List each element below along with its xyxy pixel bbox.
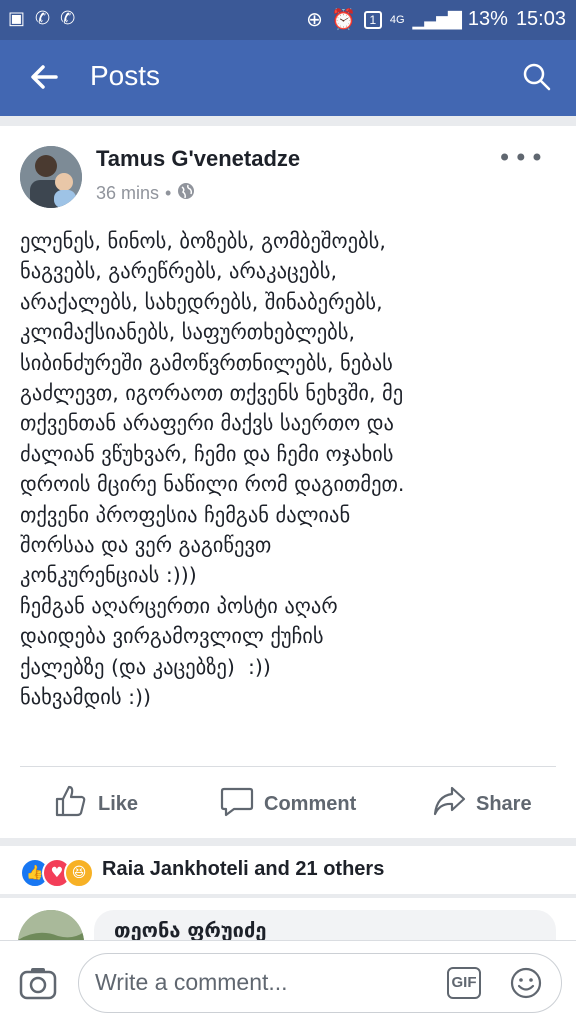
share-arrow-icon	[432, 784, 466, 824]
app-header: Posts	[0, 40, 576, 116]
camera-icon[interactable]	[18, 963, 58, 1003]
reactions-summary[interactable]: Raia Jankhoteli and 21 others	[102, 858, 384, 881]
network-type: 4G	[389, 13, 405, 26]
status-bar: ▣ ✆ ✆ ⊕ ⏰ 1 4G ▁▃▅▇ 13% 15:03	[0, 0, 576, 40]
back-arrow-icon[interactable]	[30, 62, 58, 96]
status-right-icons: ⊕ ⏰ 1 4G ▁▃▅▇ 13% 15:03	[306, 7, 566, 32]
alarm-icon: ⏰	[330, 9, 356, 31]
meta-separator: •	[165, 183, 172, 203]
comment-list: თეონა ფრუიძე	[0, 898, 576, 940]
post-meta: 36 mins •	[96, 182, 195, 205]
status-left-icons: ▣ ✆ ✆	[8, 8, 75, 29]
thumbs-up-icon	[54, 784, 88, 824]
clock: 15:03	[515, 8, 566, 30]
gif-button[interactable]: GIF	[447, 967, 481, 999]
comment-input[interactable]: Write a comment... GIF	[78, 953, 562, 1013]
comment-bubble: თეონა ფრუიძე	[94, 910, 556, 940]
battery-level: 13%	[467, 8, 508, 30]
reactions-bar[interactable]: 👍 ♥ 😆 Raia Jankhoteli and 21 others	[0, 846, 576, 894]
data-saver-icon: ⊕	[306, 9, 323, 31]
more-options-icon[interactable]: •••	[498, 144, 546, 172]
page-title: Posts	[90, 60, 161, 91]
author-avatar[interactable]	[20, 146, 82, 208]
comment-placeholder: Write a comment...	[95, 969, 288, 995]
phone-notification-icon: ✆	[35, 8, 51, 29]
post-time[interactable]: 36 mins	[96, 183, 159, 204]
share-label: Share	[476, 792, 532, 815]
search-icon[interactable]	[522, 62, 552, 92]
gallery-notification-icon: ▣	[8, 8, 26, 29]
like-label: Like	[98, 792, 139, 815]
share-button[interactable]: Share	[432, 784, 532, 824]
emoji-icon[interactable]	[509, 966, 543, 1000]
haha-reaction-icon: 😆	[64, 858, 94, 888]
commenter-name[interactable]: თეონა ფრუიძე	[114, 918, 266, 940]
post-text: ელენეს, ნინოს, ბოზებს, გომბეშოებს, ნაგვე…	[20, 229, 405, 710]
comment-label: Comment	[264, 792, 357, 815]
globe-icon	[177, 182, 195, 205]
comment-button[interactable]: Comment	[220, 784, 356, 824]
author-name[interactable]: Tamus G'venetadze	[96, 146, 300, 172]
sim-indicator: 1	[363, 10, 382, 29]
commenter-avatar[interactable]	[18, 910, 84, 940]
reaction-icons: 👍 ♥ 😆	[20, 858, 94, 888]
comment-bubble-icon	[220, 784, 254, 824]
comment-composer: Write a comment... GIF	[0, 940, 576, 1025]
signal-icon: ▁▃▅▇	[412, 9, 462, 29]
post-card: Tamus G'venetadze 36 mins • ••• ელენეს, …	[0, 126, 576, 838]
action-divider	[20, 766, 556, 767]
phone-notification-icon-2: ✆	[60, 8, 76, 29]
like-button[interactable]: Like	[54, 784, 138, 824]
